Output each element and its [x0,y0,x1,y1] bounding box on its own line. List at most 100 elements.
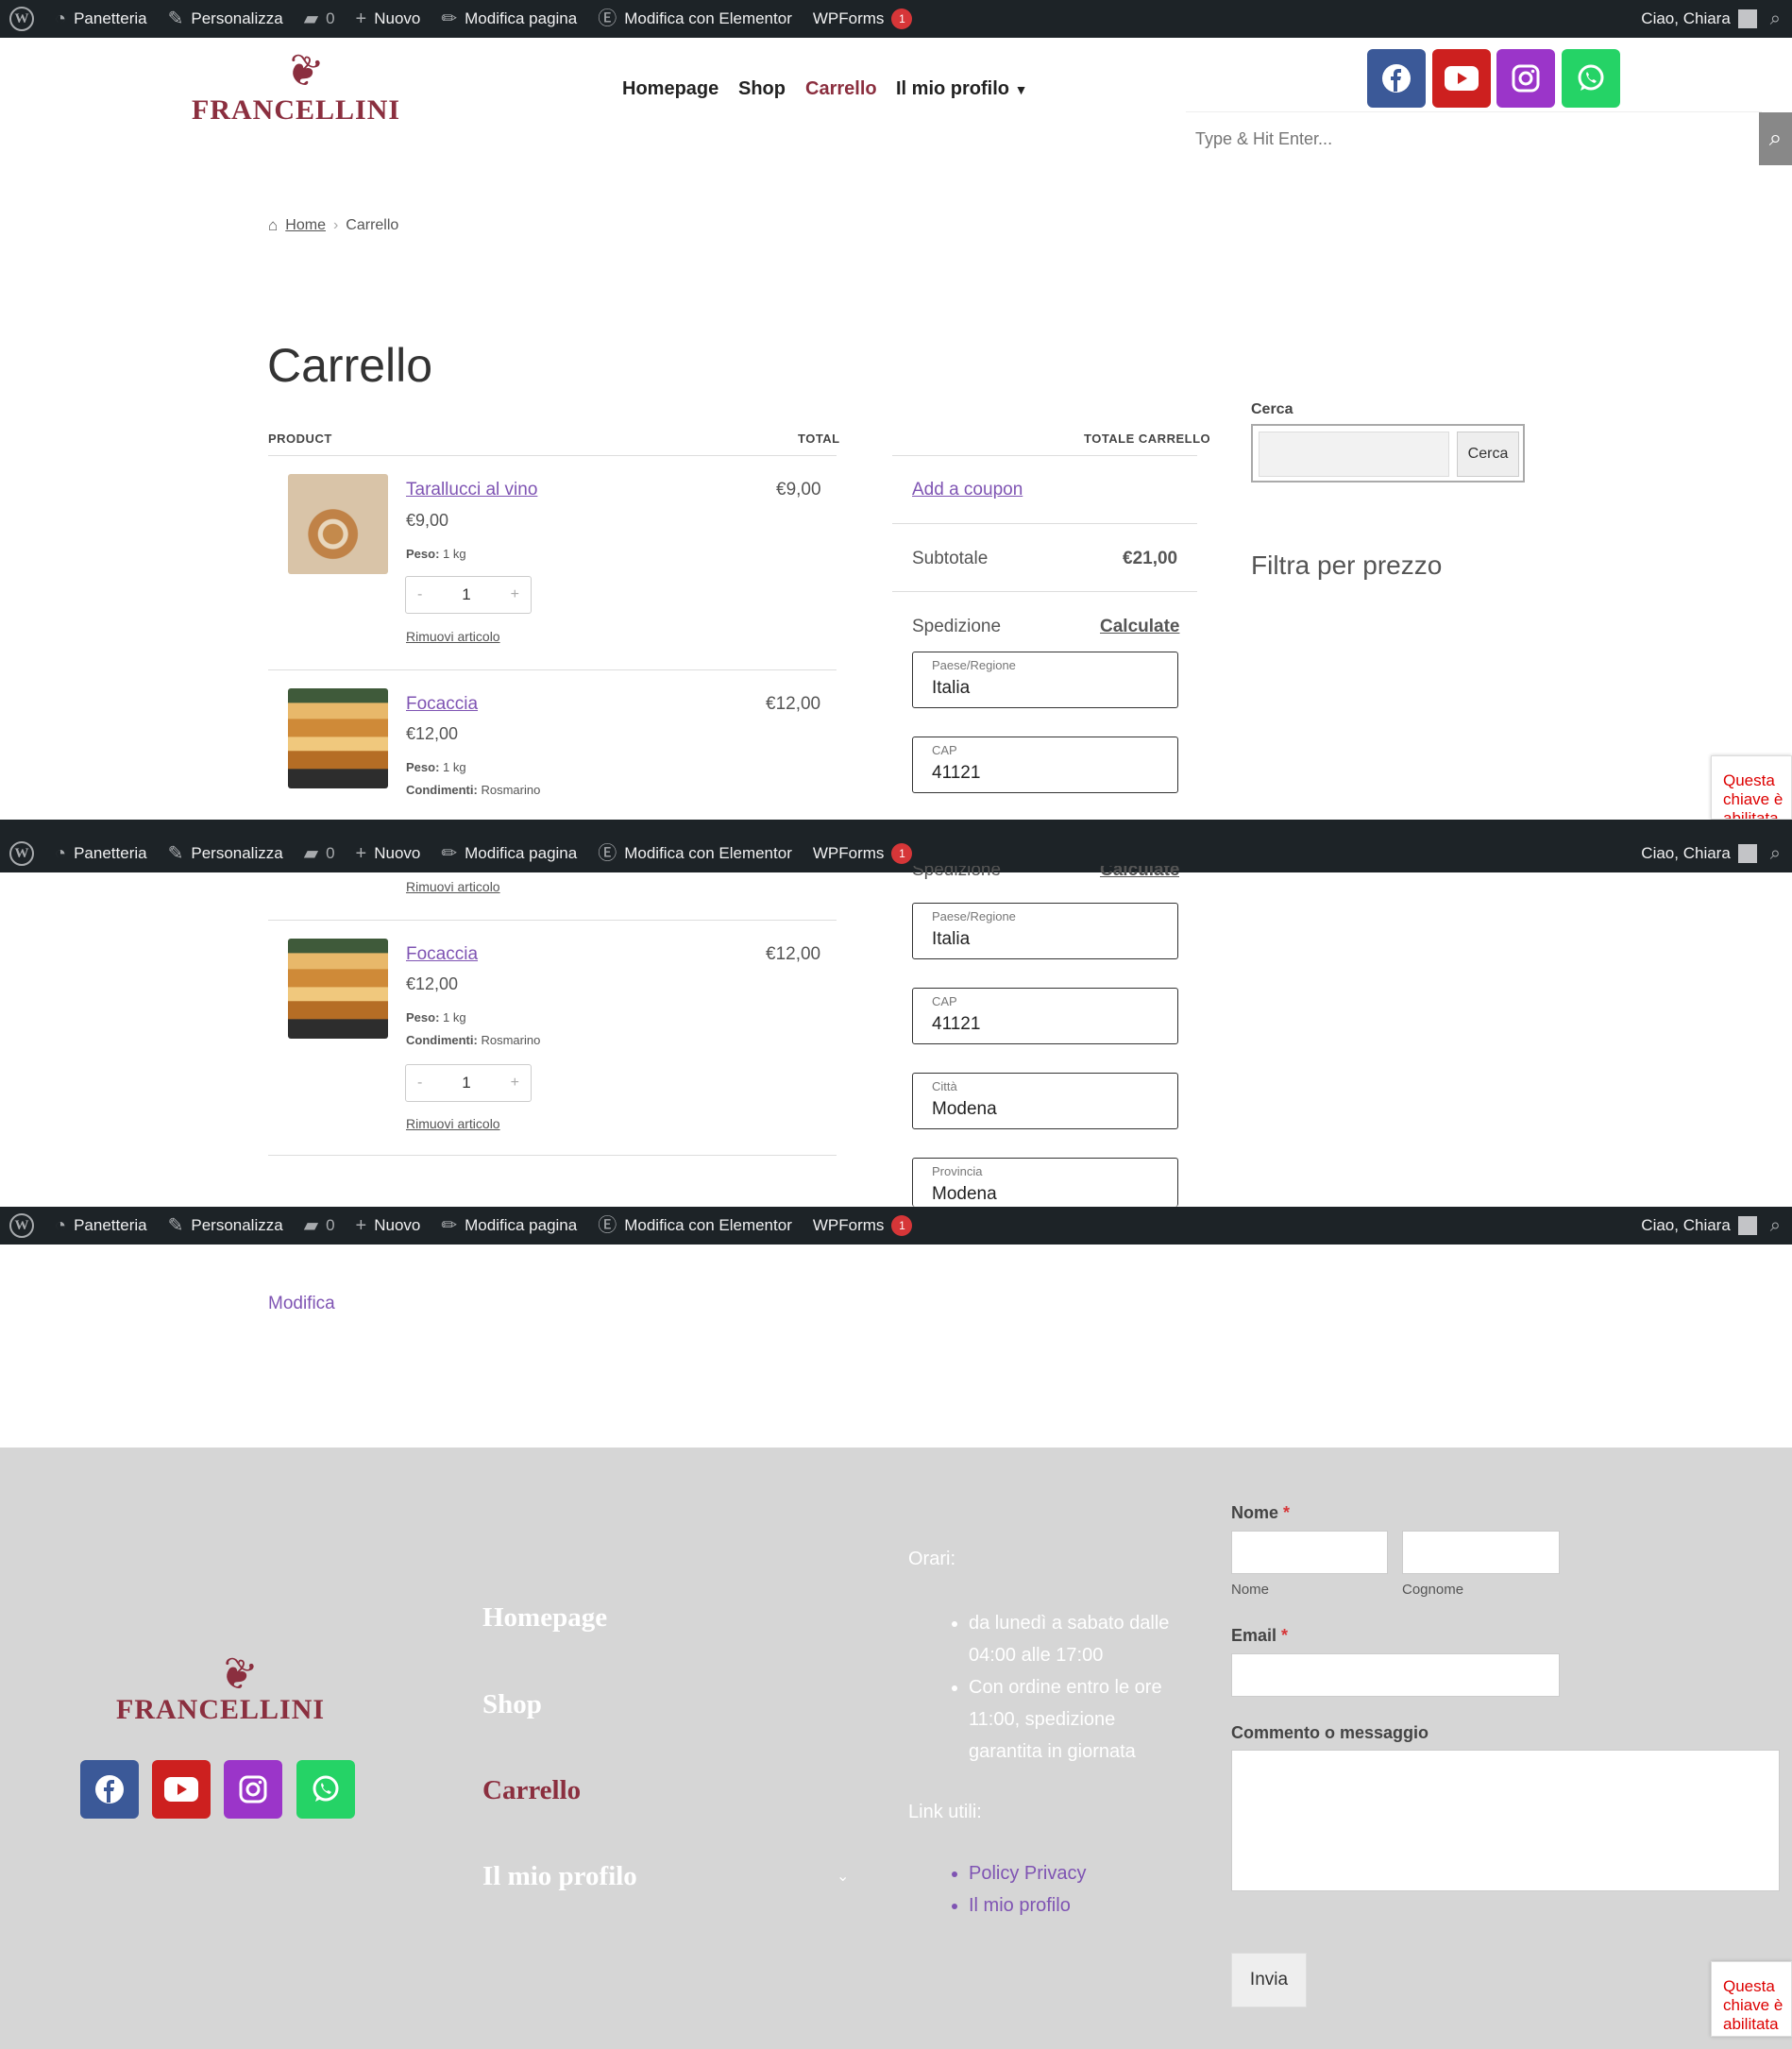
admin-bar: W ◔ Panetteria ✎ Personalizza ▰ 0 + Nuovo ✏ M… [0,1207,1792,1245]
avatar[interactable] [1737,1216,1757,1235]
divider [892,455,1197,456]
plus-icon[interactable]: + [511,1075,519,1092]
minus-icon[interactable]: - [417,586,422,603]
profile-link[interactable]: Il mio profilo [969,1889,1175,1922]
first-name-input[interactable] [1231,1531,1388,1574]
product-name-link[interactable]: Focaccia [406,694,478,715]
nav-homepage[interactable]: Homepage [622,78,718,100]
admin-wpforms-link[interactable]: WPForms 1 [813,843,913,864]
whatsapp-icon[interactable] [296,1760,355,1819]
footer-nav-homepage[interactable]: Homepage [482,1602,607,1634]
policy-privacy-link[interactable]: Policy Privacy [969,1857,1175,1889]
admin-site-link[interactable]: ◔ Panetteria [55,9,147,28]
admin-wpforms-link[interactable]: WPForms 1 [813,1215,913,1236]
remove-item-link[interactable]: Rimuovi articolo [406,879,500,894]
youtube-icon[interactable] [1432,49,1491,108]
admin-edit-page-link[interactable]: ✏ Modifica pagina [441,9,577,28]
shipping-label: Spedizione [912,617,1002,636]
sidebar-search-input[interactable] [1259,432,1449,477]
admin-new-link[interactable]: + Nuovo [356,844,421,863]
recaptcha-badge[interactable]: Questa chiave è abilitata per reCAPTCHA … [1711,755,1792,820]
product-image[interactable] [288,939,388,1039]
quantity-stepper[interactable]: -1 + [405,1064,532,1102]
search-icon[interactable]: ⌕ [1770,844,1781,863]
product-image[interactable] [288,474,388,574]
admin-greeting[interactable]: Ciao, Chiara [1641,1216,1731,1235]
province-field[interactable]: Provincia Modena [912,1158,1178,1207]
city-field[interactable]: Città Modena [912,1073,1178,1129]
footer-logo[interactable]: ❦ FRANCELLINI [116,1647,343,1726]
avatar[interactable] [1737,9,1757,28]
whatsapp-icon[interactable] [1562,49,1620,108]
admin-edit-page-link[interactable]: ✏ Modifica pagina [441,844,577,863]
search-icon[interactable]: ⌕ [1770,9,1781,28]
nav-shop[interactable]: Shop [738,78,786,100]
sidebar-search-button[interactable]: Cerca [1457,432,1519,477]
youtube-icon[interactable] [152,1760,211,1819]
postcode-field[interactable]: CAP 41121 [912,737,1178,793]
message-textarea[interactable] [1231,1750,1780,1891]
country-field[interactable]: Paese/Regione Italia [912,903,1178,959]
price-filter-title: Filtra per prezzo [1251,550,1443,580]
minus-icon[interactable]: - [417,1075,422,1092]
admin-elementor-link[interactable]: Ⓔ Modifica con Elementor [598,9,792,28]
admin-comments-link[interactable]: ▰ 0 [304,1216,335,1235]
site-logo[interactable]: ❦ FRANCELLINI [192,43,409,127]
page-title: Carrello [267,339,433,392]
header-search-input[interactable] [1186,112,1760,165]
calculate-shipping-link[interactable]: Calculate [1100,866,1179,885]
search-icon[interactable]: ⌕ [1770,1216,1781,1235]
admin-comments-link[interactable]: ▰ 0 [304,844,335,863]
postcode-field[interactable]: CAP 41121 [912,988,1178,1044]
admin-greeting[interactable]: Ciao, Chiara [1641,9,1731,28]
line-total: €9,00 [776,480,821,500]
footer-nav-carrello[interactable]: Carrello [482,1775,581,1806]
product-image[interactable] [288,688,388,788]
remove-item-link[interactable]: Rimuovi articolo [406,1116,500,1131]
admin-new-link[interactable]: + Nuovo [356,9,421,28]
admin-site-link[interactable]: ◔ Panetteria [55,1216,147,1235]
admin-wpforms-link[interactable]: WPForms 1 [813,8,913,29]
wordpress-icon[interactable]: W [9,1213,34,1238]
admin-new-link[interactable]: + Nuovo [356,1216,421,1235]
avatar[interactable] [1737,844,1757,863]
nav-carrello[interactable]: Carrello [805,78,877,100]
plus-icon: + [355,8,367,29]
admin-site-link[interactable]: ◔ Panetteria [55,844,147,863]
country-field[interactable]: Paese/Regione Italia [912,652,1178,708]
home-icon: ⌂ [268,216,279,234]
footer-nav-shop[interactable]: Shop [482,1689,542,1720]
admin-customize-link[interactable]: ✎ Personalizza [168,844,283,863]
product-name-link[interactable]: Tarallucci al vino [406,480,537,500]
nav-profile[interactable]: Il mio profilo ▼ [896,78,1027,100]
plus-icon[interactable]: + [511,586,519,603]
edit-page-link[interactable]: Modifica [268,1294,335,1314]
chevron-down-icon[interactable]: ⌄ [837,1867,849,1886]
admin-customize-link[interactable]: ✎ Personalizza [168,9,283,28]
calculate-shipping-link[interactable]: Calculate [1100,617,1179,637]
admin-edit-page-link[interactable]: ✏ Modifica pagina [441,1216,577,1235]
admin-greeting[interactable]: Ciao, Chiara [1641,844,1731,863]
admin-elementor-link[interactable]: Ⓔ Modifica con Elementor [598,844,792,863]
divider [268,669,837,670]
instagram-icon[interactable] [1496,49,1555,108]
quantity-stepper[interactable]: -1 + [405,576,532,614]
wordpress-icon[interactable]: W [9,7,34,31]
header-search-button[interactable]: ⌕ [1759,112,1792,165]
admin-elementor-link[interactable]: Ⓔ Modifica con Elementor [598,1216,792,1235]
product-name-link[interactable]: Focaccia [406,944,478,965]
email-input[interactable] [1231,1653,1560,1697]
remove-item-link[interactable]: Rimuovi articolo [406,629,500,644]
footer-nav-profile[interactable]: Il mio profilo [482,1861,637,1892]
admin-customize-link[interactable]: ✎ Personalizza [168,1216,283,1235]
breadcrumb-home[interactable]: Home [285,217,326,234]
submit-button[interactable]: Invia [1231,1953,1307,2007]
facebook-icon[interactable] [80,1760,139,1819]
add-coupon-link[interactable]: Add a coupon [912,480,1023,500]
wordpress-icon[interactable]: W [9,841,34,866]
last-name-input[interactable] [1402,1531,1560,1574]
instagram-icon[interactable] [224,1760,282,1819]
facebook-icon[interactable] [1367,49,1426,108]
recaptcha-badge[interactable]: Questa chiave è abilitata per reCAPTCHA … [1711,1961,1792,2037]
admin-comments-link[interactable]: ▰ 0 [304,9,335,28]
